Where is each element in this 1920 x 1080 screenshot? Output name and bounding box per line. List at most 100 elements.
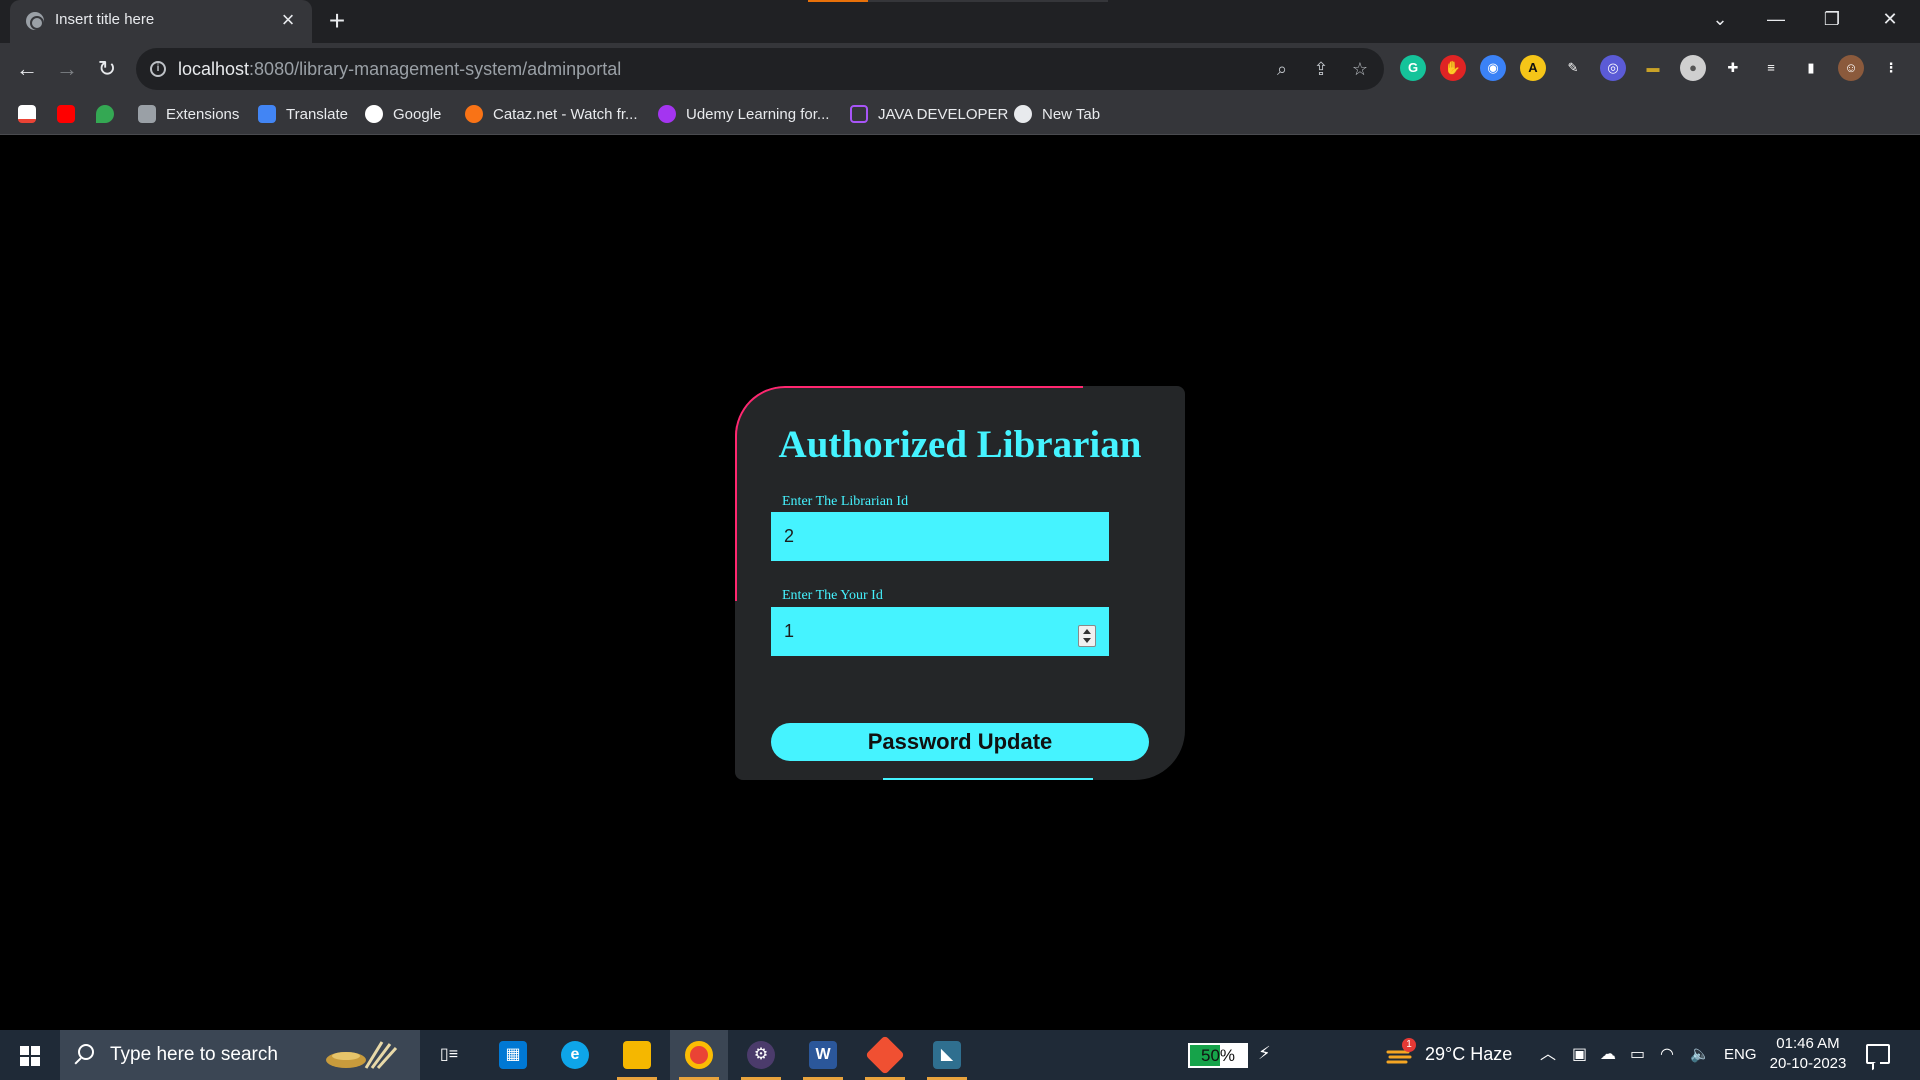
extension-icon[interactable]: A [1520, 55, 1546, 81]
close-tab-icon[interactable]: × [276, 8, 300, 32]
notification-icon[interactable] [1866, 1044, 1890, 1064]
mysql-workbench-app[interactable]: ◣ [918, 1030, 976, 1080]
taskbar-search[interactable]: Type here to search [60, 1030, 420, 1080]
language-indicator[interactable]: ENG [1724, 1046, 1757, 1063]
search-placeholder: Type here to search [110, 1044, 278, 1065]
store-icon: ▦ [499, 1041, 527, 1069]
edge-app[interactable]: e [546, 1030, 604, 1080]
translate-icon [258, 105, 276, 124]
site-info-icon[interactable]: i [150, 61, 166, 77]
tab-loading-indicator [808, 0, 1108, 2]
eclipse-app[interactable]: ⚙ [732, 1030, 790, 1080]
extension-icon[interactable]: ◉ [1480, 55, 1506, 81]
share-icon[interactable]: ⇪ [1309, 57, 1333, 81]
browser-tab[interactable]: Insert title here × [10, 0, 312, 43]
librarian-id-input[interactable] [771, 512, 1109, 561]
monitor-icon [850, 105, 868, 124]
reload-icon[interactable]: ↻ [93, 55, 121, 83]
extension-icon[interactable]: ◎ [1600, 55, 1626, 81]
weather-text[interactable]: 29°C Haze [1425, 1044, 1512, 1065]
show-hidden-icons-chevron[interactable]: ︿ [1540, 1045, 1556, 1065]
login-card: Authorized Librarian Enter The Librarian… [735, 386, 1185, 780]
task-view-icon: ▯≡ [439, 1046, 459, 1063]
url-text[interactable]: localhost:8080/library-management-system… [178, 59, 621, 80]
charging-plug-icon: ⚡ [1258, 1043, 1271, 1063]
grammarly-extension-icon[interactable]: G [1400, 55, 1426, 81]
bookmark-translate[interactable]: Translate [258, 103, 348, 127]
git-app[interactable] [856, 1030, 914, 1080]
librarian-id-label: Enter The Librarian Id [782, 494, 909, 509]
onedrive-cloud-icon[interactable]: ☁ [1600, 1045, 1616, 1065]
bookmark-extensions[interactable]: Extensions [138, 103, 239, 127]
new-tab-button[interactable]: + [322, 6, 352, 36]
bookmark-udemy[interactable]: Udemy Learning for... [658, 103, 829, 127]
edge-icon: e [561, 1041, 589, 1069]
bookmark-star-icon[interactable]: ☆ [1348, 57, 1372, 81]
your-id-input[interactable] [771, 607, 1109, 656]
menu-kebab-icon[interactable]: ⋮ [1878, 55, 1904, 81]
tab-strip: Insert title here × + ⌄ — ❐ ✕ [0, 0, 1920, 43]
side-panel-icon[interactable]: ▮ [1798, 55, 1824, 81]
bookmark-google[interactable]: Google [365, 103, 441, 127]
gmail-icon[interactable] [18, 103, 46, 127]
file-explorer-app[interactable] [608, 1030, 666, 1080]
weather-alert-badge: 1 [1402, 1038, 1416, 1052]
battery-indicator[interactable]: 50% [1188, 1043, 1248, 1068]
back-arrow-icon[interactable]: ← [13, 55, 41, 83]
gear-icon: ⚙ [747, 1041, 775, 1069]
meet-now-icon[interactable]: ▣ [1572, 1045, 1587, 1065]
start-button[interactable] [0, 1030, 60, 1080]
wifi-icon[interactable]: ◠ [1660, 1045, 1674, 1065]
adblock-extension-icon[interactable]: ✋ [1440, 55, 1466, 81]
bookmarks-bar: Extensions Translate Google Cataz.net - … [0, 95, 1920, 135]
restore-button[interactable]: ❐ [1812, 4, 1852, 34]
profile-avatar[interactable]: ☺ [1838, 55, 1864, 81]
bookmark-java-developer[interactable]: JAVA DEVELOPER [850, 103, 1008, 127]
youtube-icon[interactable] [57, 103, 85, 127]
close-window-button[interactable]: ✕ [1870, 4, 1910, 34]
tab-search-chevron-icon[interactable]: ⌄ [1700, 4, 1740, 34]
bookmark-new-tab[interactable]: New Tab [1014, 103, 1100, 127]
puzzle-icon[interactable]: ✚ [1720, 55, 1746, 81]
puzzle-icon [138, 105, 156, 124]
task-view-button[interactable]: ▯≡ [420, 1030, 478, 1080]
spin-up-icon[interactable] [1083, 629, 1091, 634]
search-highlight-image [326, 1041, 398, 1070]
volume-icon[interactable]: 🔈 [1690, 1045, 1710, 1065]
chrome-icon [685, 1041, 713, 1069]
minimize-button[interactable]: — [1756, 4, 1796, 34]
dolphin-icon: ◣ [933, 1041, 961, 1069]
word-app[interactable]: W [794, 1030, 852, 1080]
bookmark-cataz[interactable]: Cataz.net - Watch fr... [465, 103, 638, 127]
globe-icon [1014, 105, 1032, 124]
address-bar[interactable]: i localhost:8080/library-management-syst… [136, 48, 1384, 90]
extension-icon[interactable]: ▬ [1640, 55, 1666, 81]
clock[interactable]: 01:46 AM 20-10-2023 [1768, 1034, 1848, 1074]
extension-icon[interactable]: ● [1680, 55, 1706, 81]
search-icon [78, 1044, 94, 1060]
windows-logo-icon [20, 1046, 40, 1066]
git-icon [865, 1035, 905, 1075]
media-control-icon[interactable]: ≡ [1758, 55, 1784, 81]
udemy-icon [658, 105, 676, 124]
your-id-label: Enter The Your Id [782, 588, 883, 603]
forward-arrow-icon[interactable]: → [53, 55, 81, 83]
google-icon [365, 105, 383, 124]
globe-icon [26, 12, 44, 30]
clock-date: 20-10-2023 [1769, 1055, 1847, 1072]
chrome-app[interactable] [670, 1030, 728, 1080]
battery-icon[interactable]: ▭ [1630, 1045, 1645, 1065]
tab-title: Insert title here [55, 11, 155, 28]
number-spinner[interactable] [1078, 625, 1096, 647]
maps-icon[interactable] [96, 103, 124, 127]
spin-down-icon[interactable] [1083, 638, 1091, 643]
store-app[interactable]: ▦ [484, 1030, 542, 1080]
play-icon [465, 105, 483, 124]
browser-toolbar: ← → ↻ i localhost:8080/library-managemen… [0, 43, 1920, 95]
clock-time: 01:46 AM [1776, 1035, 1840, 1052]
page-content: Authorized Librarian Enter The Librarian… [0, 136, 1920, 1030]
word-icon: W [809, 1041, 837, 1069]
color-picker-icon[interactable]: ✎ [1560, 55, 1586, 81]
zoom-icon[interactable]: ⌕ [1270, 57, 1294, 81]
password-update-button[interactable]: Password Update [771, 723, 1149, 761]
